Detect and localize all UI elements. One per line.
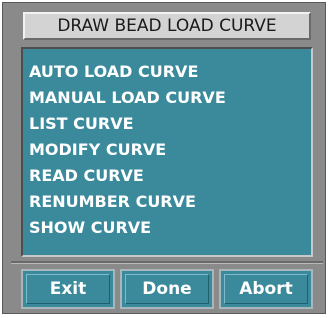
done-button[interactable]: Done [120,269,214,309]
abort-button[interactable]: Abort [219,269,313,309]
dialog-window: DRAW BEAD LOAD CURVE AUTO LOAD CURVE MAN… [2,2,326,314]
list-item-list-curve[interactable]: LIST CURVE [23,111,311,137]
button-bar: Exit Done Abort [21,269,313,309]
list-item-modify-curve[interactable]: MODIFY CURVE [23,137,311,163]
abort-button-label: Abort [224,274,308,304]
dialog-title: DRAW BEAD LOAD CURVE [57,16,277,36]
list-item-manual-load-curve[interactable]: MANUAL LOAD CURVE [23,85,311,111]
done-button-label: Done [125,274,209,304]
list-item-renumber-curve[interactable]: RENUMBER CURVE [23,189,311,215]
exit-button-label: Exit [26,274,110,304]
list-item-show-curve[interactable]: SHOW CURVE [23,215,311,241]
list-item-auto-load-curve[interactable]: AUTO LOAD CURVE [23,59,311,85]
dialog-title-bar: DRAW BEAD LOAD CURVE [23,12,311,40]
button-separator [11,261,323,264]
exit-button[interactable]: Exit [21,269,115,309]
curve-options-list: AUTO LOAD CURVE MANUAL LOAD CURVE LIST C… [21,47,313,257]
list-item-read-curve[interactable]: READ CURVE [23,163,311,189]
